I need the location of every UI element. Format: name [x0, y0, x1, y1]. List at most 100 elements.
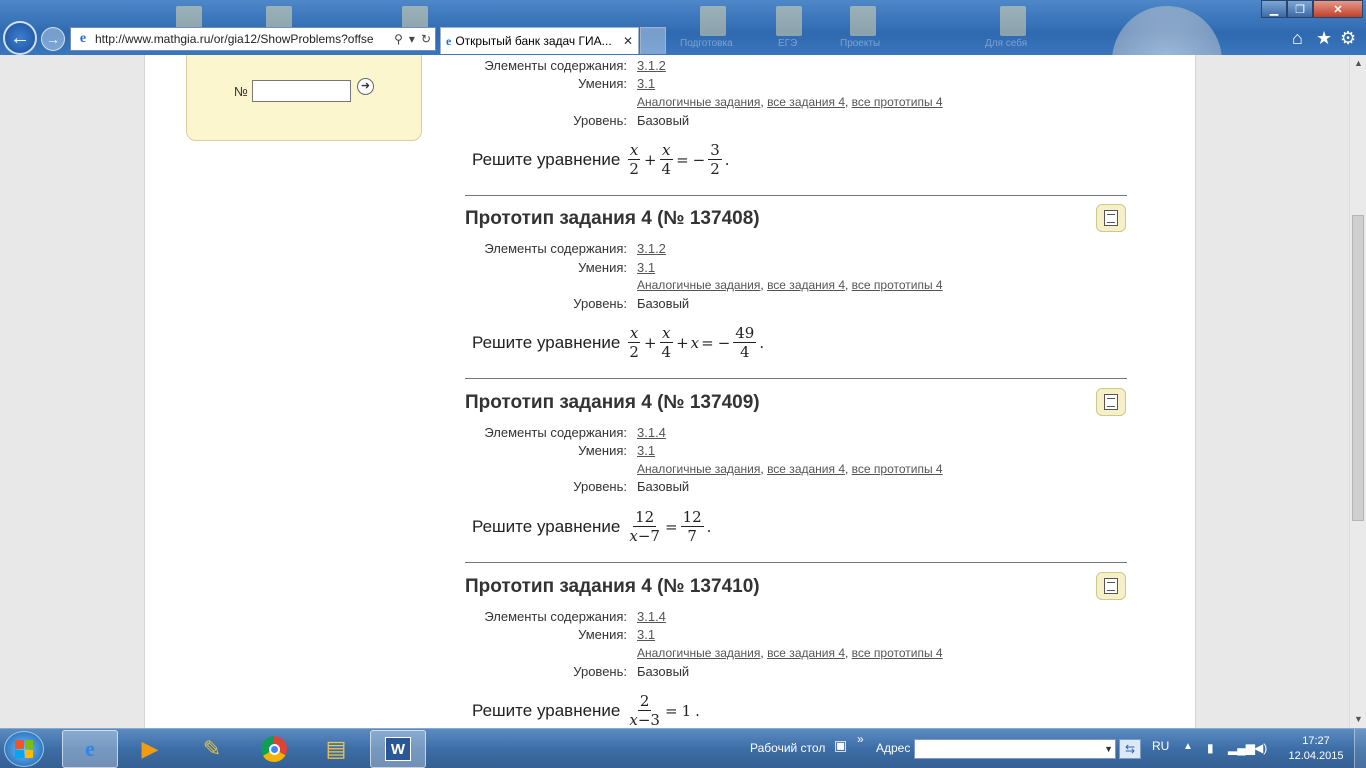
close-window-button[interactable]: ✕ — [1313, 0, 1363, 18]
skills-label: Умения: — [578, 260, 627, 275]
all-tasks-link[interactable]: все задания 4 — [767, 462, 845, 476]
maximize-button[interactable]: ❐ — [1287, 0, 1313, 18]
notepad-icon[interactable] — [1096, 388, 1126, 416]
ie-page-icon: e — [79, 31, 87, 46]
taskbar-media-button[interactable]: ▶ — [122, 730, 178, 768]
problem-search-box: № ➜ — [186, 55, 422, 141]
home-icon[interactable]: ⌂ — [1292, 28, 1303, 49]
fraction: x4 — [660, 324, 673, 361]
level-label: Уровень: — [573, 664, 627, 679]
start-button[interactable] — [4, 731, 44, 767]
browser-tab[interactable]: e Открытый банк задач ГИА... ✕ — [440, 27, 639, 54]
clock-time: 17:27 — [1302, 735, 1330, 747]
desktop-label: Подготовка — [680, 38, 733, 49]
back-button[interactable]: ← — [3, 21, 37, 55]
taskbar-explorer-button[interactable]: ▤ — [308, 730, 364, 768]
chrome-icon — [261, 736, 287, 762]
browser-chrome: Подготовка ЕГЭ Проекты Для себя ← → e ht… — [0, 0, 1366, 55]
scroll-down-icon[interactable]: ▼ — [1350, 711, 1366, 728]
scroll-up-icon[interactable]: ▲ — [1350, 55, 1366, 72]
problem-title: Прототип задания 4 (№ 137410) — [465, 576, 760, 597]
elements-link[interactable]: 3.1.4 — [637, 609, 666, 624]
network-signal-icon[interactable]: ▂▄▆ — [1228, 741, 1255, 755]
taskbar: e ▶ ✎ ▤ W Рабочий стол ▣ » Адрес ▼ ⇆ RU … — [0, 728, 1366, 768]
desktop-folder-icon — [850, 6, 876, 36]
fraction: 2 x−3 — [629, 692, 660, 728]
scroll-thumb[interactable] — [1352, 215, 1364, 521]
taskbar-chrome-button[interactable] — [246, 730, 302, 768]
fraction: x2 — [627, 324, 641, 361]
desktop-label: Для себя — [985, 38, 1028, 49]
all-prototypes-link[interactable]: все прототипы 4 — [852, 278, 943, 292]
system-clock[interactable]: 17:27 12.04.2015 — [1286, 734, 1346, 764]
desktop-folder-icon — [776, 6, 802, 36]
desktop-toolbar-icon[interactable]: ▣ — [834, 737, 847, 754]
taskbar-word-button[interactable]: W — [370, 730, 426, 768]
all-tasks-link[interactable]: все задания 4 — [767, 278, 845, 292]
new-tab-button[interactable] — [640, 27, 666, 54]
elements-link[interactable]: 3.1.2 — [637, 241, 666, 256]
fraction: 12 7 — [680, 508, 704, 545]
forward-arrow-icon: → — [46, 31, 60, 47]
volume-icon[interactable]: ◀) — [1254, 741, 1267, 755]
vertical-scrollbar[interactable]: ▲ ▼ — [1349, 55, 1366, 728]
show-desktop-button[interactable] — [1354, 729, 1366, 768]
fraction: x4 — [660, 141, 673, 178]
level-label: Уровень: — [573, 113, 627, 128]
skills-link[interactable]: 3.1 — [637, 76, 655, 91]
elements-label: Элементы содержания: — [484, 241, 627, 256]
fraction: 49 4 — [733, 324, 757, 361]
separator — [465, 378, 1127, 379]
taskbar-go-button[interactable]: ⇆ — [1119, 739, 1141, 759]
forward-button[interactable]: → — [41, 27, 65, 51]
problem-statement: Решите уравнение 2 x−3 = 1. — [472, 692, 700, 728]
all-tasks-link[interactable]: все задания 4 — [767, 95, 845, 109]
problem-number-input[interactable] — [252, 80, 351, 102]
toolbar-chevron-icon[interactable]: » — [857, 732, 864, 746]
similar-tasks-link[interactable]: Аналогичные задания — [637, 278, 760, 292]
desktop-label: Проекты — [840, 38, 881, 49]
all-prototypes-link[interactable]: все прототипы 4 — [852, 95, 943, 109]
skills-link[interactable]: 3.1 — [637, 443, 655, 458]
skills-link[interactable]: 3.1 — [637, 627, 655, 642]
paint-icon: ✎ — [202, 736, 222, 761]
address-url[interactable]: http://www.mathgia.ru/or/gia12/ShowProbl… — [95, 32, 390, 46]
taskbar-paint-button[interactable]: ✎ — [184, 730, 240, 768]
all-prototypes-link[interactable]: все прототипы 4 — [852, 462, 943, 476]
notepad-icon[interactable] — [1096, 204, 1126, 232]
minimize-button[interactable]: ▁ — [1261, 0, 1287, 18]
windows-logo-icon — [15, 740, 33, 758]
elements-label: Элементы содержания: — [484, 609, 627, 624]
desktop-toolbar-label[interactable]: Рабочий стол — [750, 741, 825, 755]
all-prototypes-link[interactable]: все прототипы 4 — [852, 646, 943, 660]
similar-tasks-link[interactable]: Аналогичные задания — [637, 462, 760, 476]
taskbar-ie-button[interactable]: e — [62, 730, 118, 768]
favorites-star-icon[interactable]: ★ — [1316, 28, 1332, 49]
fraction: 12 x−7 — [629, 508, 660, 545]
dropdown-icon[interactable]: ▼ — [1104, 740, 1113, 758]
elements-link[interactable]: 3.1.4 — [637, 425, 666, 440]
tray-expand-icon[interactable]: ▲ — [1183, 741, 1193, 752]
taskbar-address-input[interactable]: ▼ — [914, 739, 1116, 759]
address-bar[interactable]: e http://www.mathgia.ru/or/gia12/ShowPro… — [70, 27, 436, 51]
similar-tasks-link[interactable]: Аналогичные задания — [637, 646, 760, 660]
address-toolbar-label: Адрес — [876, 741, 911, 755]
page-viewport: № ➜ Элементы содержания: 3.1.2 Умения: 3.1… — [0, 55, 1349, 728]
notepad-icon[interactable] — [1096, 572, 1126, 600]
battery-icon[interactable]: ▮ — [1207, 741, 1214, 755]
settings-gear-icon[interactable]: ⚙ — [1340, 28, 1356, 49]
refresh-icon[interactable]: ↻ — [421, 32, 431, 46]
dropdown-icon[interactable]: ▾ — [409, 32, 415, 46]
search-icon[interactable]: ⚲ — [394, 32, 403, 46]
skills-label: Умения: — [578, 76, 627, 91]
elements-link[interactable]: 3.1.2 — [637, 58, 666, 73]
elements-label: Элементы содержания: — [484, 425, 627, 440]
skills-label: Умения: — [578, 443, 627, 458]
ie-tab-icon: e — [446, 33, 452, 48]
skills-link[interactable]: 3.1 — [637, 260, 655, 275]
all-tasks-link[interactable]: все задания 4 — [767, 646, 845, 660]
similar-tasks-link[interactable]: Аналогичные задания — [637, 95, 760, 109]
close-tab-icon[interactable]: ✕ — [623, 34, 633, 48]
language-indicator[interactable]: RU — [1152, 739, 1169, 753]
go-arrow-icon[interactable]: ➜ — [357, 78, 374, 95]
